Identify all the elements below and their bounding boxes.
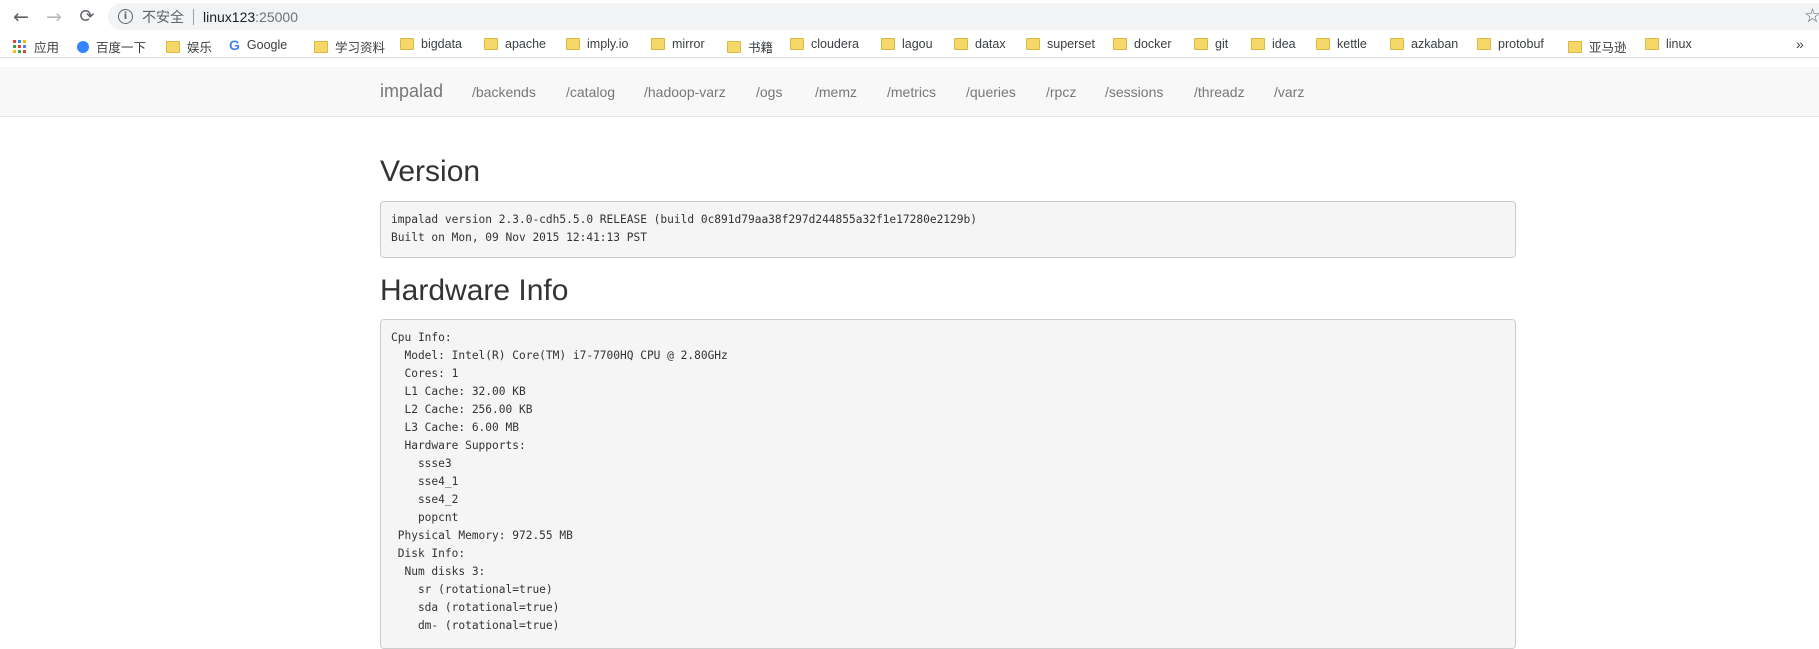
back-arrow-icon[interactable]: ← — [8, 4, 34, 30]
bookmark-label: docker — [1134, 37, 1172, 51]
bookmark-label: 书籍 — [748, 41, 774, 55]
nav-link-sessions[interactable]: /sessions — [1105, 84, 1163, 100]
url-host[interactable]: linux123 — [203, 9, 255, 25]
bookmark-item[interactable]: docker — [1113, 37, 1172, 51]
folder-icon — [1026, 38, 1040, 50]
bookmark-item[interactable]: protobuf — [1477, 37, 1544, 51]
folder-icon — [727, 40, 741, 53]
url-port[interactable]: :25000 — [255, 9, 298, 25]
browser-toolbar: ← → ⟳ i 不安全 linux123:25000 ☆ — [0, 0, 1819, 33]
bookmark-label: 亚马逊 — [1589, 41, 1627, 55]
folder-icon — [651, 38, 665, 50]
bookmark-label: protobuf — [1498, 37, 1544, 51]
bookmarks-overflow-icon[interactable]: » — [1796, 36, 1804, 52]
nav-link-metrics[interactable]: /metrics — [887, 84, 936, 100]
hardware-info-block: Cpu Info: Model: Intel(R) Core(TM) i7-77… — [380, 319, 1516, 649]
address-bar[interactable]: i 不安全 linux123:25000 — [108, 3, 1819, 30]
bookmark-star-icon[interactable]: ☆ — [1804, 5, 1819, 27]
baidu-paw-icon — [77, 40, 89, 53]
nav-link-threadz[interactable]: /threadz — [1194, 84, 1245, 100]
bookmark-item[interactable]: azkaban — [1390, 37, 1458, 51]
bookmark-label: azkaban — [1411, 37, 1459, 51]
bookmark-item[interactable]: idea — [1251, 37, 1296, 51]
bookmark-label: cloudera — [811, 37, 859, 51]
reload-icon[interactable]: ⟳ — [74, 4, 100, 30]
bookmark-label: bigdata — [421, 37, 463, 51]
folder-icon — [881, 38, 895, 50]
bookmark-item[interactable]: 亚马逊 — [1568, 37, 1627, 56]
bookmark-baidu[interactable]: 百度一下 — [77, 37, 146, 56]
apps-grid-icon — [13, 40, 26, 53]
navbar-brand[interactable]: impalad — [380, 81, 443, 102]
bookmark-label: apache — [505, 37, 547, 51]
bookmark-label: git — [1215, 37, 1229, 51]
insecure-label[interactable]: 不安全 — [142, 7, 184, 27]
nav-link-varz[interactable]: /varz — [1274, 84, 1304, 100]
bookmark-item[interactable]: datax — [954, 37, 1006, 51]
folder-icon — [954, 38, 968, 50]
nav-link-hadoop-varz[interactable]: /hadoop-varz — [644, 84, 726, 100]
bookmark-label: linux — [1666, 37, 1692, 51]
nav-link-rpcz[interactable]: /rpcz — [1046, 84, 1076, 100]
folder-icon — [1316, 38, 1330, 50]
bookmark-item[interactable]: superset — [1026, 37, 1095, 51]
bookmarks-bar: 应用 百度一下 娱乐 G Google 学习资料 bigdata apache … — [0, 33, 1819, 58]
folder-icon — [484, 38, 498, 50]
bookmark-item[interactable]: lagou — [881, 37, 933, 51]
folder-icon — [1477, 38, 1491, 50]
folder-icon — [1568, 40, 1582, 53]
bookmark-item[interactable]: git — [1194, 37, 1228, 51]
nav-link-queries[interactable]: /queries — [966, 84, 1016, 100]
bookmark-item[interactable]: kettle — [1316, 37, 1367, 51]
folder-icon — [1645, 38, 1659, 50]
bookmark-label: imply.io — [587, 37, 629, 51]
nav-link-catalog[interactable]: /catalog — [566, 84, 615, 100]
nav-link-memz[interactable]: /memz — [815, 84, 857, 100]
google-logo-icon: G — [229, 37, 240, 53]
forward-arrow-icon[interactable]: → — [41, 4, 67, 30]
folder-icon — [1390, 38, 1404, 50]
bookmark-item[interactable]: 娱乐 — [166, 37, 212, 56]
folder-icon — [400, 38, 414, 50]
bookmark-label: lagou — [902, 37, 933, 51]
bookmark-label: idea — [1272, 37, 1296, 51]
info-icon[interactable]: i — [118, 9, 133, 24]
bookmark-label: Google — [246, 38, 288, 52]
bookmark-label: mirror — [672, 37, 705, 51]
bookmark-item[interactable]: apache — [484, 37, 546, 51]
bookmark-item[interactable]: 书籍 — [727, 37, 773, 56]
version-heading: Version — [380, 155, 481, 188]
bookmark-label: 百度一下 — [96, 41, 147, 55]
bookmark-label: 应用 — [34, 41, 60, 55]
bookmark-item[interactable]: bigdata — [400, 37, 462, 51]
folder-icon — [166, 40, 180, 53]
bookmark-label: superset — [1047, 37, 1095, 51]
version-info-block: impalad version 2.3.0-cdh5.5.0 RELEASE (… — [380, 201, 1516, 258]
folder-icon — [566, 38, 580, 50]
bookmark-item[interactable]: mirror — [651, 37, 705, 51]
bookmark-google[interactable]: G Google — [229, 37, 287, 53]
folder-icon — [1113, 38, 1127, 50]
address-separator — [193, 8, 194, 25]
bookmark-item[interactable]: imply.io — [566, 37, 628, 51]
nav-link-logs[interactable]: /ogs — [756, 84, 782, 100]
bookmark-item[interactable]: cloudera — [790, 37, 859, 51]
hardware-info-heading: Hardware Info — [380, 274, 569, 307]
folder-icon — [1251, 38, 1265, 50]
folder-icon — [1194, 38, 1208, 50]
bookmark-label: 娱乐 — [187, 41, 213, 55]
bookmark-label: datax — [975, 37, 1006, 51]
nav-link-backends[interactable]: /backends — [472, 84, 536, 100]
folder-icon — [314, 40, 328, 53]
bookmark-item[interactable]: 学习资料 — [314, 37, 385, 56]
folder-icon — [790, 38, 804, 50]
bookmark-label: kettle — [1337, 37, 1367, 51]
bookmark-item[interactable]: linux — [1645, 37, 1692, 51]
impala-navbar: impalad /backends /catalog /hadoop-varz … — [0, 67, 1819, 117]
bookmark-apps[interactable]: 应用 — [13, 37, 59, 56]
bookmark-label: 学习资料 — [335, 41, 386, 55]
